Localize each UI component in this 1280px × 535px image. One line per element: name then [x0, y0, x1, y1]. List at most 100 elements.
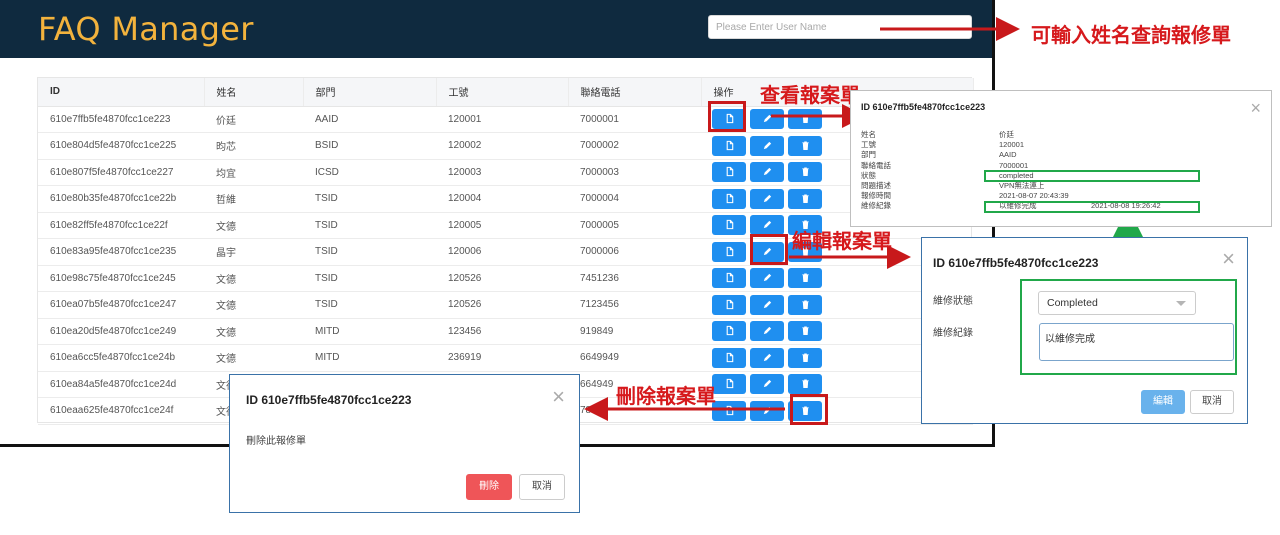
pencil-icon [763, 380, 771, 388]
submit-edit-button[interactable]: 編輯 [1141, 390, 1185, 414]
cell-emp-no: 120006 [436, 238, 568, 266]
cell-name: 哲維 [204, 185, 303, 213]
close-icon[interactable]: × [1250, 97, 1261, 119]
delete-button[interactable] [788, 162, 822, 183]
view-button[interactable] [712, 268, 746, 289]
view-button[interactable] [712, 321, 746, 342]
cell-id: 610e80b35fe4870fcc1ce22b [38, 185, 204, 213]
cell-dept: TSID [303, 212, 436, 239]
table-row: 610ea20d5fe4870fcc1ce249 文德 MITD 123456 … [38, 318, 973, 345]
cell-id: 610ea07b5fe4870fcc1ce247 [38, 291, 204, 319]
cell-emp-no: 120003 [436, 159, 568, 186]
cell-name: 文德 [204, 212, 303, 239]
view-button[interactable] [712, 241, 746, 262]
view-button[interactable] [712, 215, 746, 236]
cell-name: 文德 [204, 291, 303, 319]
cell-emp-no: 120526 [436, 265, 568, 292]
cell-id: 610e807f5fe4870fcc1ce227 [38, 159, 204, 186]
cell-emp-no: 120005 [436, 212, 568, 239]
cell-phone: 7000001 [568, 106, 701, 133]
view-button[interactable] [712, 294, 746, 315]
cell-id: 610ea6cc5fe4870fcc1ce24b [38, 344, 204, 372]
edit-button[interactable] [750, 347, 784, 368]
field-label: 工號 [861, 140, 876, 150]
view-highlight-box [708, 101, 746, 132]
delete-button[interactable] [788, 294, 822, 315]
app-header: FAQ Manager [0, 0, 992, 58]
trash-icon [801, 273, 809, 283]
file-icon [726, 220, 733, 230]
view-button[interactable] [712, 162, 746, 183]
field-value: 2021-08-07 20:43:39 [999, 191, 1069, 201]
field-value: AAID [999, 150, 1017, 160]
column-header-dept: 部門 [303, 78, 437, 107]
cell-dept: ICSD [303, 159, 436, 186]
delete-button[interactable] [788, 374, 822, 395]
table-row: 610ea6cc5fe4870fcc1ce24b 文德 MITD 236919 … [38, 344, 973, 372]
pencil-icon [763, 221, 771, 229]
cancel-delete-button[interactable]: 取消 [519, 474, 565, 500]
edit-button[interactable] [750, 135, 784, 156]
delete-button[interactable] [788, 321, 822, 342]
view-button[interactable] [712, 374, 746, 395]
status-select[interactable]: Completed [1038, 291, 1196, 315]
delete-dialog-title: ID 610e7ffb5fe4870fcc1ce223 [246, 393, 412, 407]
cell-dept: BSID [303, 132, 436, 160]
edit-button[interactable] [750, 162, 784, 183]
cell-name: 文德 [204, 318, 303, 345]
edit-button[interactable] [750, 374, 784, 395]
edit-highlight-box [750, 234, 788, 265]
cell-emp-no: 120002 [436, 132, 568, 160]
record-textarea[interactable]: 以維修完成 [1039, 323, 1234, 361]
table-row: 610e98c75fe4870fcc1ce245 文德 TSID 120526 … [38, 265, 973, 292]
field-label: 狀態 [861, 170, 876, 180]
cell-name: 晶宇 [204, 238, 303, 266]
cell-phone: 7000004 [568, 185, 701, 213]
field-value: 价廷 [999, 130, 1014, 139]
view-button[interactable] [712, 347, 746, 368]
delete-button[interactable] [788, 268, 822, 289]
cell-phone: 7451236 [568, 265, 701, 292]
confirm-delete-button[interactable]: 刪除 [466, 474, 512, 500]
delete-button[interactable] [788, 188, 822, 209]
view-button[interactable] [712, 135, 746, 156]
view-button[interactable] [712, 188, 746, 209]
delete-button[interactable] [788, 347, 822, 368]
view-dialog-labels: 姓名 工號 部門 聯絡電話 狀態 問題描述 報修時間 維修紀錄 [861, 130, 891, 212]
edit-button[interactable] [750, 188, 784, 209]
search-input[interactable] [708, 15, 972, 39]
cell-emp-no: 123456 [436, 318, 568, 345]
cell-id: 610e98c75fe4870fcc1ce245 [38, 265, 204, 292]
edit-button[interactable] [750, 109, 784, 130]
cell-name: 文德 [204, 344, 303, 372]
edit-button[interactable] [750, 215, 784, 236]
edit-button[interactable] [750, 268, 784, 289]
close-icon[interactable]: × [1222, 248, 1235, 270]
edit-annotation-label: 編輯報案單 [792, 229, 892, 253]
column-header-id: ID [38, 78, 205, 107]
edit-button[interactable] [750, 321, 784, 342]
cell-id: 610ea84a5fe4870fcc1ce24d [38, 371, 204, 398]
cell-name: 昀芯 [204, 132, 303, 160]
trash-icon [801, 300, 809, 309]
delete-button[interactable] [788, 135, 822, 156]
close-icon[interactable]: × [552, 386, 565, 408]
file-icon [726, 379, 733, 389]
pencil-icon [763, 115, 771, 123]
file-icon [726, 299, 733, 309]
pencil-icon [763, 194, 771, 202]
delete-button[interactable] [788, 109, 822, 130]
view-button[interactable] [712, 400, 746, 421]
cancel-edit-button[interactable]: 取消 [1190, 390, 1234, 414]
edit-button[interactable] [750, 294, 784, 315]
cell-phone: 7123456 [568, 291, 701, 319]
cell-id: 610eaa625fe4870fcc1ce24f [38, 397, 204, 425]
file-icon [726, 140, 733, 150]
cell-dept: TSID [303, 291, 436, 319]
edit-button[interactable] [750, 400, 784, 421]
pencil-icon [763, 327, 771, 335]
delete-message: 刪除此報修單 [246, 436, 306, 447]
field-label: 問題描述 [861, 181, 891, 191]
pencil-icon [763, 274, 771, 282]
cell-name: 价廷 [204, 106, 303, 133]
